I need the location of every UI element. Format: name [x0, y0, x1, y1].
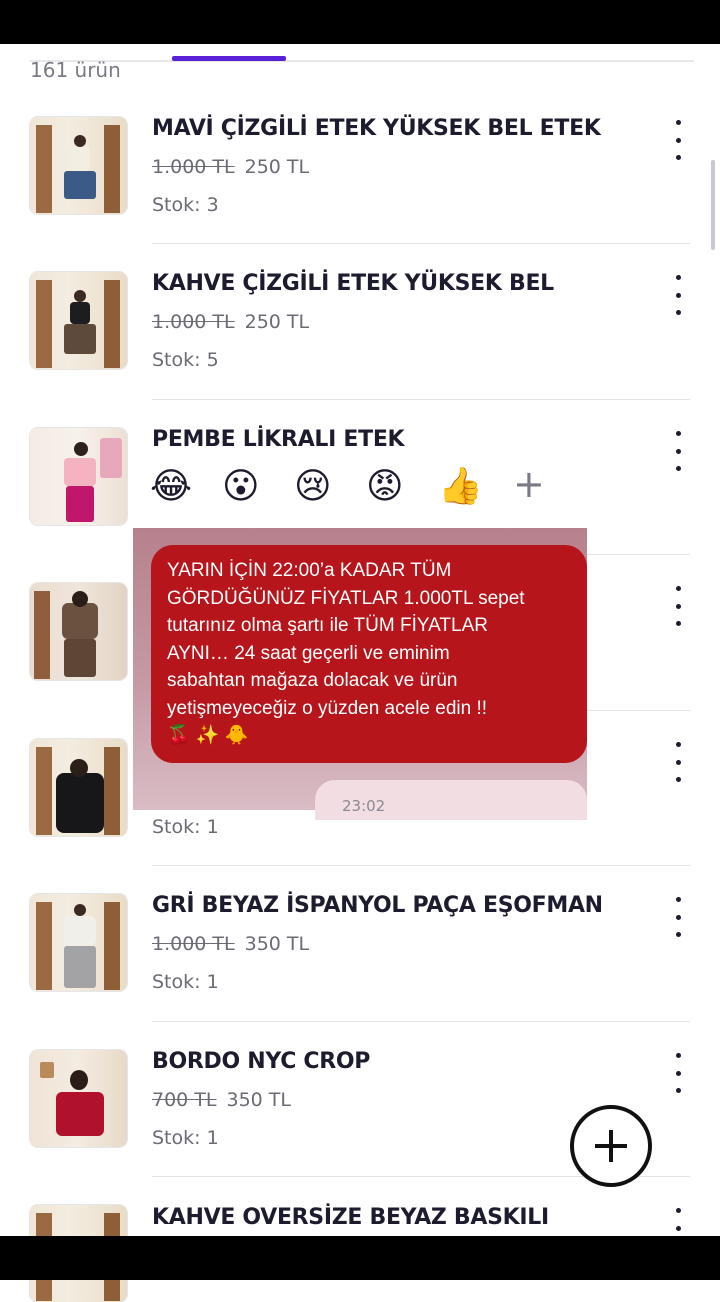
angry-emoji-icon[interactable]: 😡	[366, 465, 404, 509]
message-bubble: YARIN İÇİN 22:00’a KADAR TÜM GÖRDÜĞÜNÜZ …	[151, 545, 587, 763]
product-price: 1.000 TL 250 TL	[152, 156, 309, 178]
old-price: 1.000 TL	[152, 156, 235, 178]
divider	[152, 243, 690, 244]
product-price: 700 TL 350 TL	[152, 1089, 291, 1111]
divider	[152, 399, 690, 400]
product-stock: Stok: 3	[152, 194, 219, 216]
product-title[interactable]: GRİ BEYAZ İSPANYOL PAÇA EŞOFMAN	[152, 893, 603, 918]
status-bar	[0, 0, 720, 44]
product-title[interactable]: PEMBE LİKRALI ETEK	[152, 427, 405, 452]
more-options-icon[interactable]	[668, 897, 688, 937]
product-thumbnail[interactable]	[30, 894, 127, 991]
old-price: 1.000 TL	[152, 311, 235, 333]
product-thumbnail[interactable]	[30, 272, 127, 369]
divider	[152, 1021, 690, 1022]
current-price: 350 TL	[226, 1089, 292, 1111]
current-price: 250 TL	[244, 156, 310, 178]
product-title[interactable]: MAVİ ÇİZGİLİ ETEK YÜKSEK BEL ETEK	[152, 116, 601, 141]
crying-emoji-icon[interactable]: 😢	[294, 465, 332, 509]
more-options-icon[interactable]	[668, 120, 688, 160]
product-stock: Stok: 5	[152, 349, 219, 371]
message-line: GÖRDÜĞÜNÜZ FİYATLAR 1.000TL sepet	[167, 587, 525, 609]
scrollbar[interactable]	[711, 160, 715, 250]
product-stock: Stok: 1	[152, 971, 219, 993]
product-count: 161 ürün	[30, 58, 121, 82]
current-price: 250 TL	[244, 311, 310, 333]
product-thumbnail[interactable]	[30, 739, 127, 836]
product-thumbnail[interactable]	[30, 117, 127, 214]
message-line: yetişmeyeceğiz o yüzden acele edin !!	[167, 697, 488, 719]
more-options-icon[interactable]	[668, 275, 688, 315]
message-line: YARIN İÇİN 22:00’a KADAR TÜM	[167, 560, 452, 581]
product-title[interactable]: KAHVE ÇİZGİLİ ETEK YÜKSEK BEL	[152, 271, 554, 296]
old-price: 700 TL	[152, 1089, 217, 1111]
product-thumbnail[interactable]	[30, 1050, 127, 1147]
surprised-emoji-icon[interactable]: 😮	[222, 465, 260, 509]
current-price: 350 TL	[244, 933, 310, 955]
more-options-icon[interactable]	[668, 586, 688, 626]
add-reaction-icon[interactable]: +	[513, 464, 545, 504]
product-price: 1.000 TL 350 TL	[152, 933, 309, 955]
more-options-icon[interactable]	[668, 431, 688, 471]
message-line: sabahtan mağaza dolacak ve ürün	[167, 670, 458, 691]
product-title[interactable]: BORDO NYC CROP	[152, 1049, 370, 1074]
message-line: tutarınız olma şartı ile TÜM FİYATLAR	[167, 615, 488, 636]
more-options-icon[interactable]	[668, 1053, 688, 1093]
product-stock: Stok: 1	[152, 816, 219, 838]
thumbs-up-emoji-icon[interactable]: 👍	[438, 465, 483, 509]
active-tab-indicator	[172, 56, 286, 61]
message-time: 23:02	[342, 797, 386, 815]
navigation-bar	[0, 1236, 720, 1280]
laughing-emoji-icon[interactable]: 😂	[150, 465, 192, 509]
add-product-button[interactable]	[570, 1105, 652, 1187]
product-stock: Stok: 1	[152, 1127, 219, 1149]
product-title[interactable]: KAHVE OVERSİZE BEYAZ BASKILI	[152, 1205, 549, 1230]
product-thumbnail[interactable]	[30, 428, 127, 525]
more-options-icon[interactable]	[668, 742, 688, 782]
tab-divider	[30, 60, 694, 62]
message-line: AYNI… 24 saat geçerli ve eminim	[167, 642, 450, 664]
product-thumbnail[interactable]	[30, 583, 127, 680]
divider	[152, 865, 690, 866]
old-price: 1.000 TL	[152, 933, 235, 955]
product-price: 1.000 TL 250 TL	[152, 311, 309, 333]
message-emojis: 🍒 ✨ 🐥	[167, 725, 249, 746]
